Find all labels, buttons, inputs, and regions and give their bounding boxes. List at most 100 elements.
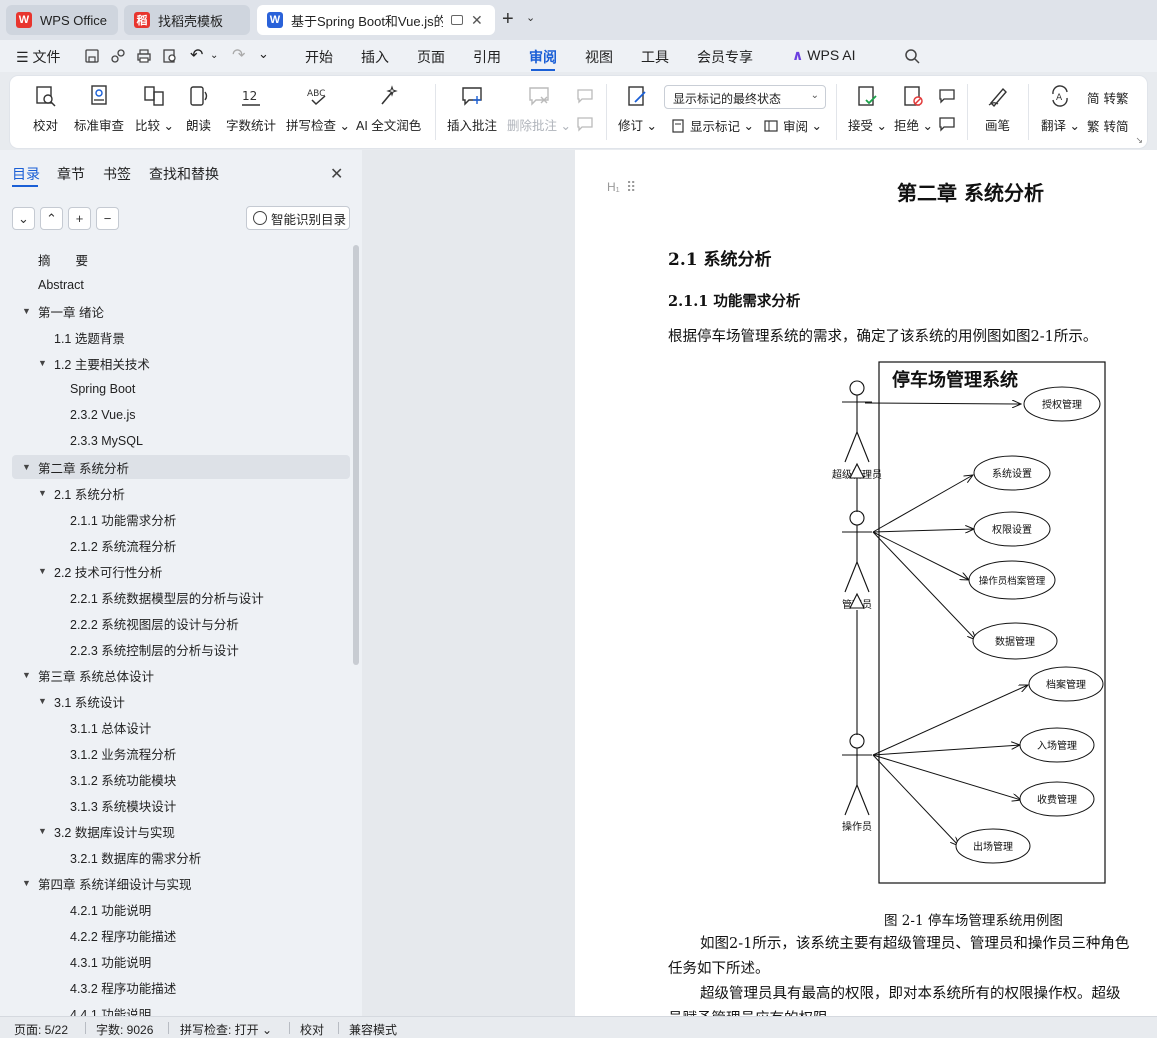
- toc-item[interactable]: ▼ 3.1 系统设计: [12, 689, 350, 713]
- toc-item[interactable]: 2.1.1 功能需求分析: [12, 507, 350, 531]
- spell-check-status[interactable]: 拼写检查: 打开 ⌄: [180, 1021, 272, 1038]
- toc-item[interactable]: 4.2.2 程序功能描述: [12, 923, 350, 947]
- redo-icon[interactable]: ↷: [232, 45, 245, 65]
- toc-item[interactable]: 2.1.2 系统流程分析: [12, 533, 350, 557]
- expand-triangle-icon[interactable]: ▼: [38, 566, 47, 576]
- expand-triangle-icon[interactable]: ▼: [38, 826, 47, 836]
- toc-item[interactable]: ▼ 第三章 系统总体设计: [12, 663, 350, 687]
- file-menu[interactable]: ☰ 文件: [16, 47, 60, 67]
- toc-item[interactable]: 2.3.3 MySQL: [12, 429, 350, 453]
- toc-item[interactable]: 4.2.1 功能说明: [12, 897, 350, 921]
- menu-view[interactable]: 视图: [585, 47, 613, 67]
- remove-heading-button[interactable]: −: [96, 207, 119, 230]
- markup-display-select[interactable]: 显示标记的最终状态 ⌄: [664, 85, 826, 109]
- expand-triangle-icon[interactable]: ▼: [38, 696, 47, 706]
- compare-button[interactable]: 比较 ⌄: [135, 84, 174, 134]
- translate-button[interactable]: A 翻译 ⌄: [1041, 84, 1080, 134]
- read-aloud-button[interactable]: 朗读: [186, 84, 211, 134]
- toc-item[interactable]: 3.1.2 系统功能模块: [12, 767, 350, 791]
- toc-item[interactable]: Abstract: [12, 273, 350, 297]
- menu-tools[interactable]: 工具: [641, 47, 669, 67]
- collapse-all-button[interactable]: ⌄: [12, 207, 35, 230]
- nav-tab-sections[interactable]: 章节: [57, 164, 85, 184]
- proofread-status[interactable]: 校对: [300, 1021, 324, 1038]
- monitor-icon[interactable]: [451, 15, 463, 25]
- tab-wps-office[interactable]: W WPS Office: [6, 5, 118, 35]
- ribbon-expand-icon[interactable]: ↘: [1135, 135, 1143, 146]
- word-count-indicator[interactable]: 字数: 9026: [96, 1021, 153, 1038]
- to-traditional-button[interactable]: 简 转繁: [1087, 88, 1129, 107]
- toc-item[interactable]: ▼ 2.2 技术可行性分析: [12, 559, 350, 583]
- toc-item[interactable]: ▼ 第一章 绪论: [12, 299, 350, 323]
- heading-marker-icon[interactable]: H₁: [607, 180, 620, 194]
- expand-triangle-icon[interactable]: ▼: [22, 306, 31, 316]
- more-chevron-icon[interactable]: ⌄: [258, 46, 269, 62]
- toc-item[interactable]: 3.1.1 总体设计: [12, 715, 350, 739]
- menu-insert[interactable]: 插入: [361, 47, 389, 67]
- expand-all-button[interactable]: ⌃: [40, 207, 63, 230]
- nav-tab-toc[interactable]: 目录: [12, 164, 40, 184]
- word-count-button[interactable]: 12 字数统计: [226, 84, 276, 134]
- show-markup-button[interactable]: 显示标记 ⌄: [670, 116, 754, 135]
- drag-handle-icon[interactable]: ⠿: [626, 179, 636, 196]
- review-pane-button[interactable]: 审阅 ⌄: [763, 116, 822, 135]
- close-tab-icon[interactable]: ✕: [471, 12, 483, 29]
- previous-change-icon[interactable]: [938, 88, 956, 104]
- menu-membership[interactable]: 会员专享: [697, 47, 753, 67]
- nav-tab-bookmarks[interactable]: 书签: [103, 164, 131, 184]
- nav-tab-find-replace[interactable]: 查找和替换: [149, 164, 219, 184]
- track-changes-button[interactable]: 修订 ⌄: [618, 84, 657, 134]
- menu-start[interactable]: 开始: [305, 47, 333, 67]
- undo-dropdown-icon[interactable]: ⌄: [210, 50, 218, 61]
- expand-triangle-icon[interactable]: ▼: [38, 488, 47, 498]
- next-change-icon[interactable]: [938, 116, 956, 132]
- toc-item[interactable]: 摘 要: [12, 247, 350, 271]
- next-comment-icon[interactable]: [576, 116, 594, 132]
- toc-item[interactable]: 3.1.2 业务流程分析: [12, 741, 350, 765]
- toc-item[interactable]: 1.1 选题背景: [12, 325, 350, 349]
- tab-docer[interactable]: 稻 找稻壳模板: [124, 5, 250, 35]
- save-icon[interactable]: [84, 48, 100, 64]
- toc-item[interactable]: 2.3.2 Vue.js: [12, 403, 350, 427]
- toc-item[interactable]: 3.2.1 数据库的需求分析: [12, 845, 350, 869]
- toc-item[interactable]: 2.2.3 系统控制层的分析与设计: [12, 637, 350, 661]
- ai-polish-button[interactable]: AI 全文润色: [356, 84, 421, 134]
- toc-item[interactable]: ▼ 第四章 系统详细设计与实现: [12, 871, 350, 895]
- menu-reference[interactable]: 引用: [473, 47, 501, 67]
- reject-button[interactable]: 拒绝 ⌄: [894, 84, 933, 134]
- print-icon[interactable]: [136, 48, 152, 64]
- wps-ai-menu[interactable]: ∧ WPS AI: [792, 47, 856, 64]
- toc-scrollbar[interactable]: [353, 245, 359, 665]
- spell-check-button[interactable]: ABC 拼写检查 ⌄: [286, 84, 350, 134]
- tab-list-chevron-icon[interactable]: ⌄: [526, 11, 535, 24]
- menu-review[interactable]: 审阅: [529, 47, 557, 67]
- toc-item[interactable]: 2.2.1 系统数据模型层的分析与设计: [12, 585, 350, 609]
- toc-item[interactable]: 4.3.2 程序功能描述: [12, 975, 350, 999]
- close-pane-icon[interactable]: ✕: [330, 164, 343, 184]
- page-indicator[interactable]: 页面: 5/22: [14, 1021, 68, 1038]
- toc-item[interactable]: Spring Boot: [12, 377, 350, 401]
- delete-comment-button[interactable]: 删除批注 ⌄: [507, 84, 571, 134]
- toc-item[interactable]: ▼ 第二章 系统分析: [12, 455, 350, 479]
- menu-page[interactable]: 页面: [417, 47, 445, 67]
- toc-item[interactable]: 2.2.2 系统视图层的设计与分析: [12, 611, 350, 635]
- print-preview-icon[interactable]: [162, 48, 178, 64]
- proofread-button[interactable]: 校对: [33, 84, 58, 134]
- document-page[interactable]: H₁ ⠿ 第二章 系统分析 2.1 系统分析 2.1.1 功能需求分析 根据停车…: [575, 150, 1157, 1016]
- new-tab-icon[interactable]: +: [502, 8, 514, 31]
- expand-triangle-icon[interactable]: ▼: [22, 670, 31, 680]
- expand-triangle-icon[interactable]: ▼: [22, 462, 31, 472]
- undo-icon[interactable]: ↶: [190, 45, 203, 65]
- to-simplified-button[interactable]: 繁 转简: [1087, 116, 1129, 135]
- toc-item[interactable]: ▼ 1.2 主要相关技术: [12, 351, 350, 375]
- toc-item[interactable]: ▼ 3.2 数据库设计与实现: [12, 819, 350, 843]
- search-icon[interactable]: [904, 48, 920, 64]
- accept-button[interactable]: 接受 ⌄: [848, 84, 887, 134]
- add-heading-button[interactable]: +: [68, 207, 91, 230]
- previous-comment-icon[interactable]: [576, 88, 594, 104]
- expand-triangle-icon[interactable]: ▼: [22, 878, 31, 888]
- standard-review-button[interactable]: 标准审查: [74, 84, 124, 134]
- insert-comment-button[interactable]: 插入批注: [447, 84, 497, 134]
- toc-item[interactable]: ▼ 2.1 系统分析: [12, 481, 350, 505]
- expand-triangle-icon[interactable]: ▼: [38, 358, 47, 368]
